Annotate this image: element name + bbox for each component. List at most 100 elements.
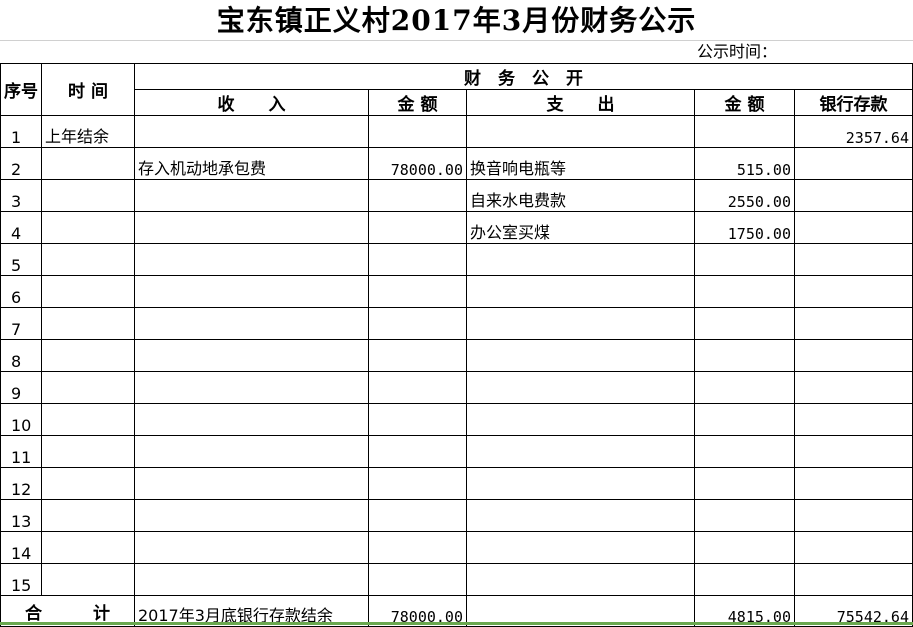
row-time (41, 563, 135, 596)
row-bank (794, 435, 913, 468)
table-row: 14 (0, 531, 913, 564)
row-income-amount (368, 403, 467, 436)
row-income-amount (368, 179, 467, 212)
row-seq: 1 (0, 115, 42, 148)
row-income (134, 435, 369, 468)
row-expense: 换音响电瓶等 (466, 147, 695, 180)
row-seq: 7 (0, 307, 42, 340)
row-expense (466, 467, 695, 500)
row-expense-amount (694, 563, 795, 596)
header-bank: 银行存款 (794, 89, 913, 116)
row-bank (794, 403, 913, 436)
row-expense (466, 307, 695, 340)
header-finance-public: 财 务 公 开 (134, 63, 913, 90)
divider (0, 40, 913, 41)
row-expense: 办公室买煤 (466, 211, 695, 244)
row-expense-amount (694, 499, 795, 532)
header-seq: 序号 (0, 63, 42, 116)
table-row: 15 (0, 563, 913, 596)
row-expense (466, 531, 695, 564)
row-bank (794, 147, 913, 180)
row-bank: 2357.64 (794, 115, 913, 148)
header-income: 收 入 (134, 89, 369, 116)
row-seq: 10 (0, 403, 42, 436)
table-row: 1 上年结余 2357.64 (0, 115, 913, 148)
table-body: 1 上年结余 2357.64 2 存入机动地承包费 78000.00 换音响电瓶等 515.0… (0, 115, 913, 596)
row-seq: 4 (0, 211, 42, 244)
row-bank (794, 499, 913, 532)
header-expense: 支 出 (466, 89, 695, 116)
row-income-amount (368, 531, 467, 564)
row-income (134, 307, 369, 340)
row-time (41, 339, 135, 372)
row-income-amount (368, 499, 467, 532)
row-seq: 8 (0, 339, 42, 372)
table-row: 7 (0, 307, 913, 340)
row-expense (466, 403, 695, 436)
row-time (41, 211, 135, 244)
row-income (134, 243, 369, 276)
row-expense (466, 371, 695, 404)
row-bank (794, 371, 913, 404)
row-bank (794, 275, 913, 308)
row-expense (466, 499, 695, 532)
row-expense-amount (694, 115, 795, 148)
row-seq: 9 (0, 371, 42, 404)
row-income-amount (368, 211, 467, 244)
publish-time-label: 公示时间： (697, 42, 778, 61)
row-expense-amount (694, 307, 795, 340)
row-expense-amount (694, 435, 795, 468)
row-bank (794, 211, 913, 244)
table-row: 9 (0, 371, 913, 404)
table-row: 11 (0, 435, 913, 468)
row-seq: 2 (0, 147, 42, 180)
row-expense (466, 435, 695, 468)
row-time (41, 307, 135, 340)
row-time (41, 435, 135, 468)
row-expense-amount (694, 339, 795, 372)
row-expense (466, 339, 695, 372)
row-seq: 6 (0, 275, 42, 308)
row-time (41, 243, 135, 276)
row-expense-amount (694, 467, 795, 500)
row-income-amount (368, 339, 467, 372)
row-bank (794, 339, 913, 372)
row-time: 上年结余 (41, 115, 135, 148)
row-income (134, 211, 369, 244)
row-bank (794, 563, 913, 596)
finance-table: 序号 时 间 财 务 公 开 收 入 金 额 支 出 金 额 银行存款 1 上年结… (0, 63, 913, 627)
row-income-amount (368, 243, 467, 276)
table-row: 6 (0, 275, 913, 308)
table-row: 3 自来水电费款 2550.00 (0, 179, 913, 212)
row-income-amount (368, 435, 467, 468)
row-bank (794, 307, 913, 340)
row-time (41, 403, 135, 436)
row-seq: 3 (0, 179, 42, 212)
row-bank (794, 467, 913, 500)
row-income-amount (368, 275, 467, 308)
row-expense (466, 243, 695, 276)
row-income-amount: 78000.00 (368, 147, 467, 180)
row-time (41, 179, 135, 212)
row-time (41, 371, 135, 404)
table-row: 13 (0, 499, 913, 532)
row-income (134, 563, 369, 596)
row-time (41, 275, 135, 308)
table-row: 5 (0, 243, 913, 276)
header-income-amount: 金 额 (368, 89, 467, 116)
row-time (41, 531, 135, 564)
row-income-amount (368, 467, 467, 500)
row-income (134, 499, 369, 532)
header-row-2: 收 入 金 额 支 出 金 额 银行存款 (1, 89, 913, 116)
row-expense (466, 115, 695, 148)
table-row: 2 存入机动地承包费 78000.00 换音响电瓶等 515.00 (0, 147, 913, 180)
row-seq: 15 (0, 563, 42, 596)
row-seq: 11 (0, 435, 42, 468)
table-row: 12 (0, 467, 913, 500)
row-bank (794, 243, 913, 276)
row-expense-amount (694, 275, 795, 308)
row-time (41, 499, 135, 532)
row-expense-amount (694, 403, 795, 436)
row-bank (794, 531, 913, 564)
row-expense-amount: 1750.00 (694, 211, 795, 244)
